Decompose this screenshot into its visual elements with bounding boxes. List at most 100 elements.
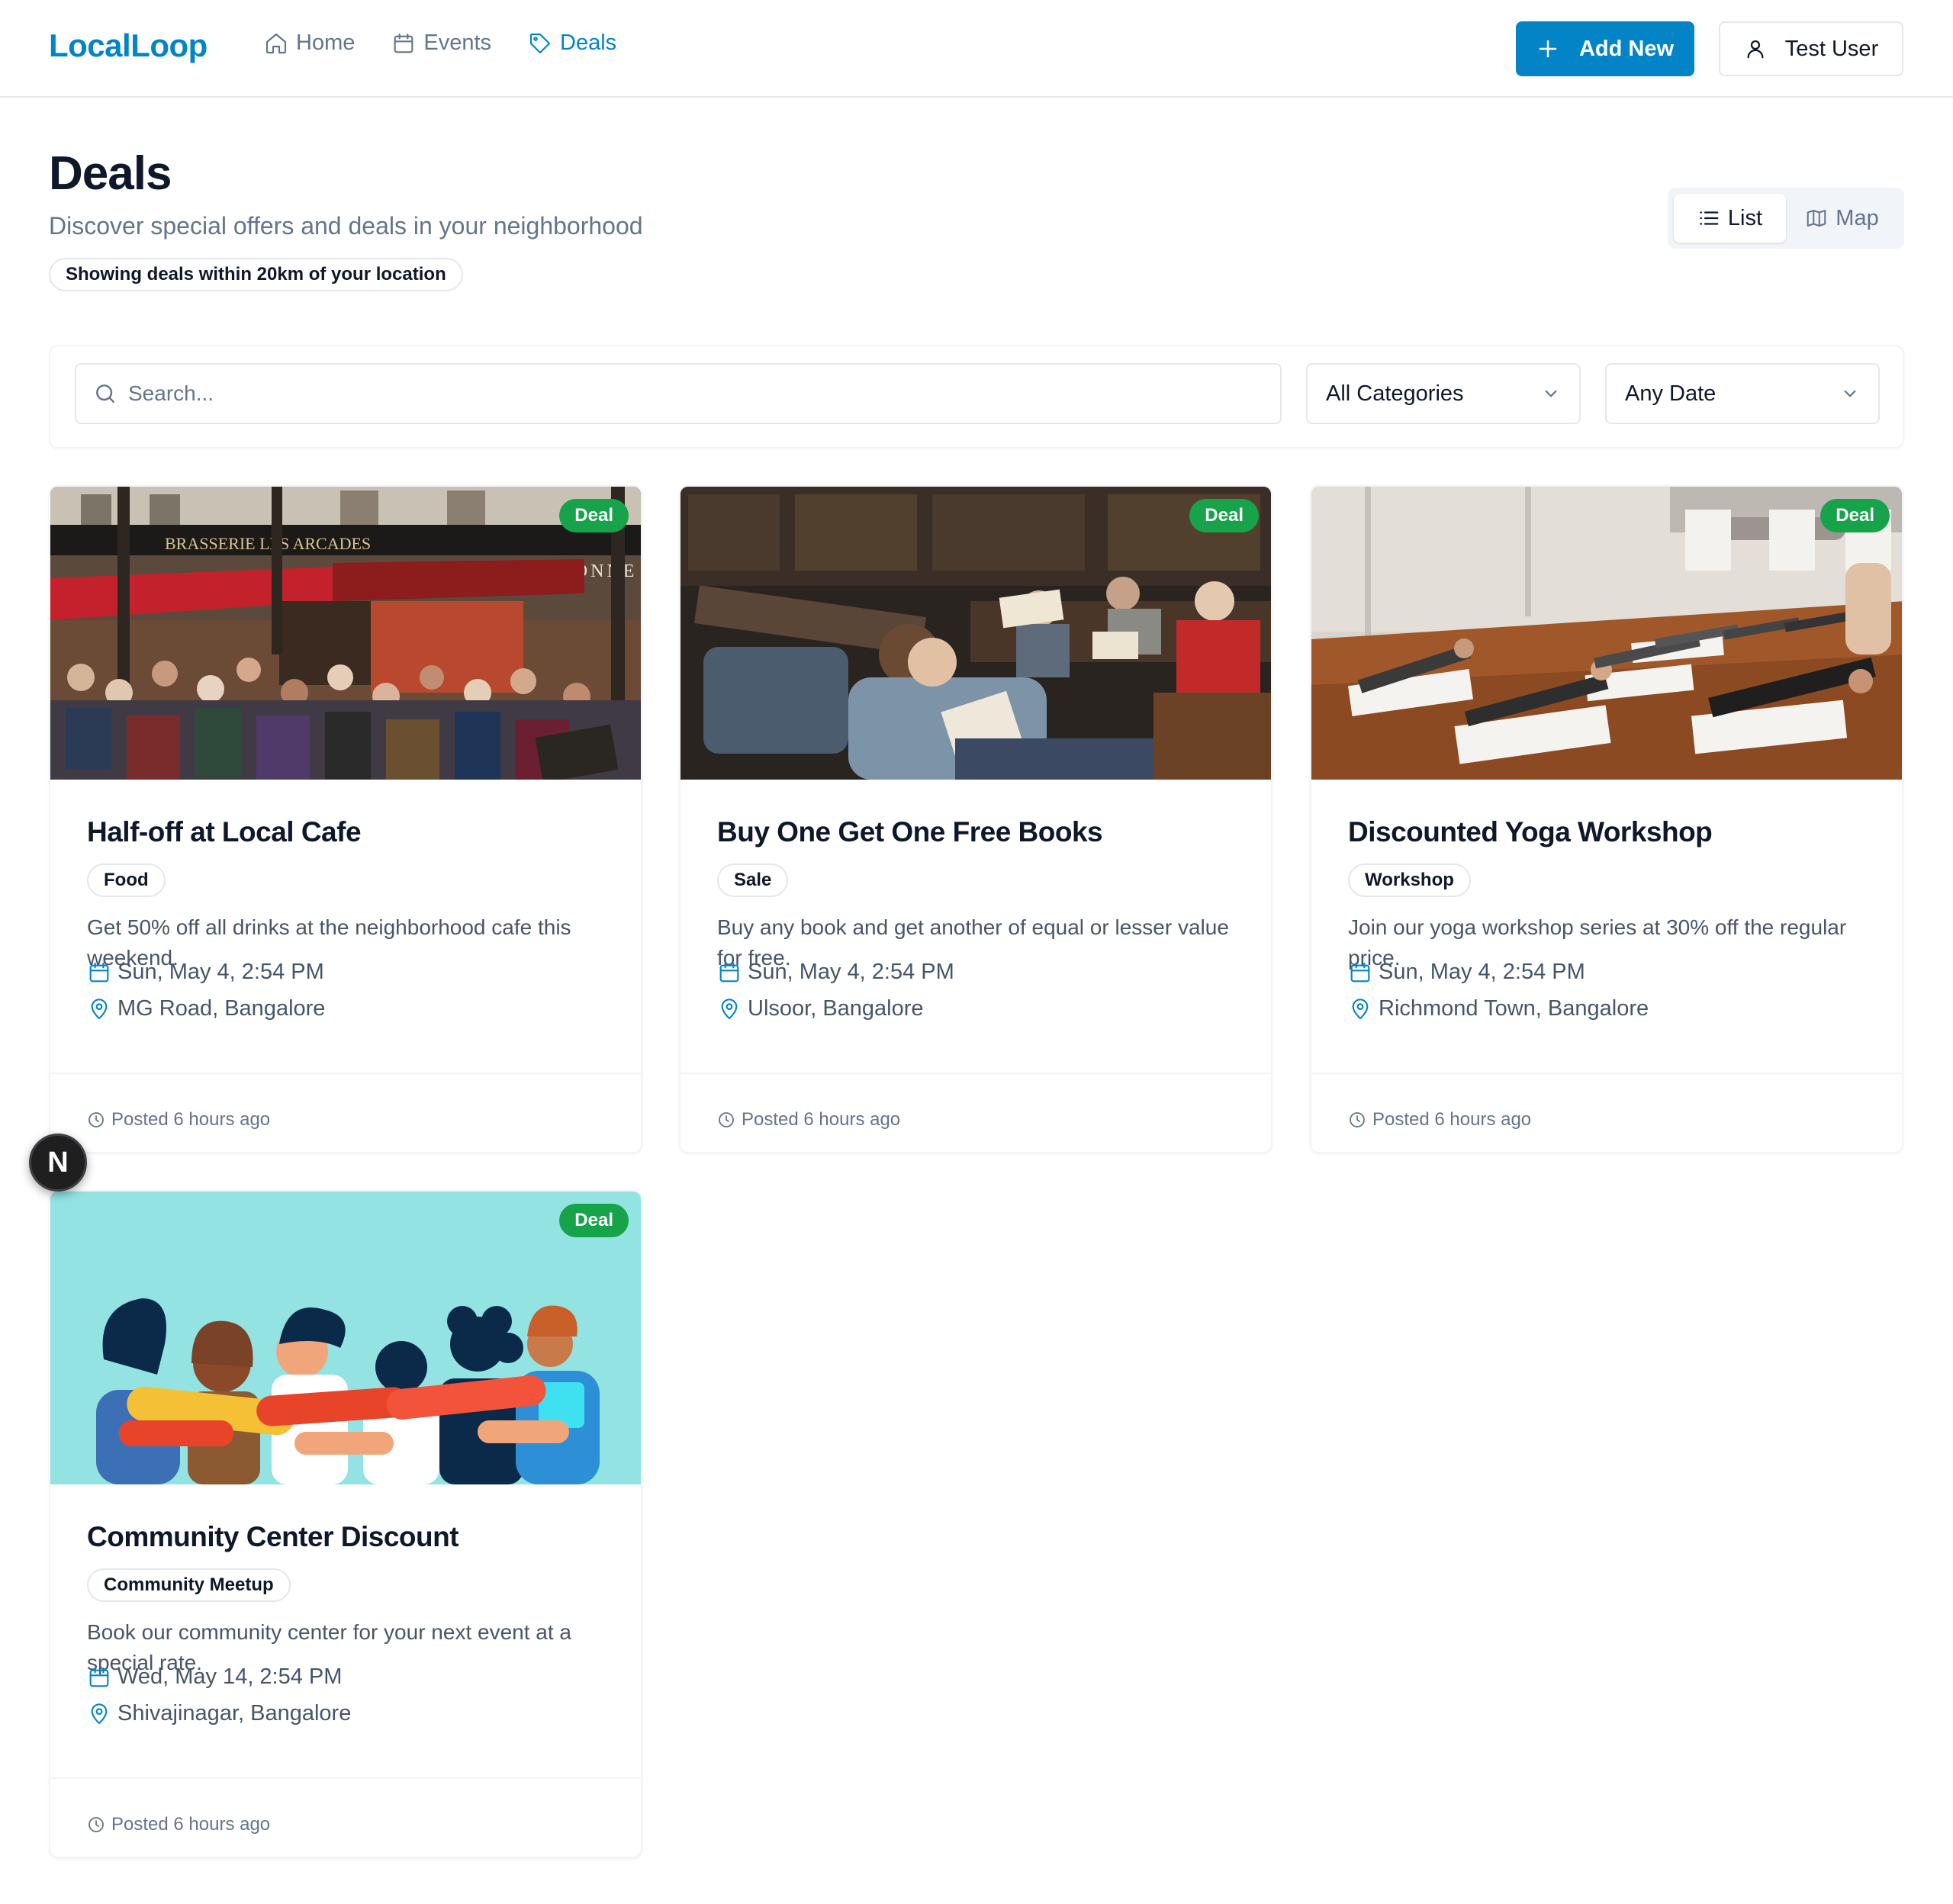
yoga-photo bbox=[1311, 487, 1902, 780]
posted-time: Posted 6 hours ago bbox=[1348, 1109, 1531, 1130]
deal-title[interactable]: Half-off at Local Cafe bbox=[87, 816, 362, 848]
main-nav: Home Events Deals bbox=[264, 31, 616, 56]
user-icon bbox=[1747, 40, 1764, 59]
deal-location: Ulsoor, Bangalore bbox=[717, 996, 924, 1021]
deal-date: Wed, May 14, 2:54 PM bbox=[87, 1664, 342, 1690]
list-icon bbox=[1700, 211, 1719, 225]
category-tag: Food bbox=[87, 864, 166, 897]
posted-time: Posted 6 hours ago bbox=[87, 1814, 270, 1835]
add-new-button[interactable]: Add New bbox=[1516, 21, 1694, 76]
map-view-button[interactable]: Map bbox=[1786, 194, 1898, 243]
card-divider bbox=[680, 1073, 1271, 1074]
deal-location: MG Road, Bangalore bbox=[87, 996, 325, 1021]
chevron-down-icon bbox=[1545, 390, 1557, 397]
nav-events-label: Events bbox=[423, 31, 492, 55]
search-icon bbox=[96, 384, 114, 403]
deal-card[interactable]: Deal Buy One Get One Free Books Sale Buy… bbox=[679, 485, 1273, 1153]
user-menu-button[interactable]: Test User bbox=[1719, 21, 1903, 76]
posted-time: Posted 6 hours ago bbox=[717, 1109, 900, 1130]
calendar-icon bbox=[1350, 962, 1370, 982]
deal-title[interactable]: Discounted Yoga Workshop bbox=[1348, 816, 1713, 848]
deal-date: Sun, May 4, 2:54 PM bbox=[87, 960, 324, 985]
cafe-photo: BRASSERIE LES ARCADES TABAC DE LA SORBON… bbox=[50, 487, 641, 780]
card-divider bbox=[50, 1777, 641, 1779]
map-pin-icon bbox=[91, 1703, 108, 1724]
deal-badge: Deal bbox=[559, 1204, 629, 1237]
deal-location: Shivajinagar, Bangalore bbox=[87, 1701, 351, 1726]
search-input[interactable] bbox=[128, 381, 1257, 406]
home-icon bbox=[265, 33, 287, 53]
filter-bar: All Categories Any Date bbox=[49, 345, 1904, 449]
deal-badge: Deal bbox=[1189, 499, 1259, 532]
map-pin-icon bbox=[1352, 998, 1369, 1019]
svg-text:BRASSERIE LES ARCADES: BRASSERIE LES ARCADES bbox=[165, 534, 371, 553]
calendar-icon bbox=[89, 1667, 109, 1687]
location-range-badge: Showing deals within 20km of your locati… bbox=[49, 258, 463, 291]
category-select-value: All Categories bbox=[1326, 381, 1464, 406]
date-select-value: Any Date bbox=[1625, 381, 1717, 406]
map-icon bbox=[1807, 210, 1826, 227]
deal-date-text: Sun, May 4, 2:54 PM bbox=[117, 960, 324, 984]
posted-time-text: Posted 6 hours ago bbox=[111, 1109, 271, 1130]
map-view-label: Map bbox=[1836, 205, 1879, 230]
app-logo[interactable]: LocalLoop bbox=[49, 27, 208, 64]
clock-icon bbox=[1350, 1112, 1365, 1127]
calendar-icon bbox=[719, 962, 739, 982]
map-pin-icon bbox=[91, 998, 108, 1019]
deal-location-text: MG Road, Bangalore bbox=[117, 996, 326, 1021]
library-photo bbox=[680, 487, 1271, 780]
deal-card[interactable]: Deal Discounted Yoga Workshop Workshop J… bbox=[1310, 485, 1903, 1153]
posted-time-text: Posted 6 hours ago bbox=[111, 1814, 271, 1835]
deal-card[interactable]: Deal Community Center Discount Community… bbox=[49, 1190, 642, 1858]
deal-location-text: Richmond Town, Bangalore bbox=[1379, 996, 1649, 1021]
deal-location-text: Ulsoor, Bangalore bbox=[748, 996, 924, 1021]
posted-time-text: Posted 6 hours ago bbox=[742, 1109, 901, 1130]
deal-date-text: Sun, May 4, 2:54 PM bbox=[748, 960, 954, 984]
nav-home-label: Home bbox=[296, 31, 356, 55]
nav-deals-label: Deals bbox=[560, 31, 617, 55]
deal-location: Richmond Town, Bangalore bbox=[1348, 996, 1649, 1021]
category-tag: Sale bbox=[717, 864, 789, 897]
clock-icon bbox=[88, 1112, 104, 1127]
map-pin-icon bbox=[721, 998, 738, 1019]
category-select[interactable]: All Categories bbox=[1306, 363, 1581, 424]
user-name: Test User bbox=[1784, 36, 1879, 61]
page-title: Deals bbox=[49, 147, 172, 200]
clock-icon bbox=[88, 1817, 104, 1832]
tag-icon bbox=[529, 33, 551, 53]
list-view-label: List bbox=[1727, 205, 1763, 230]
deal-date: Sun, May 4, 2:54 PM bbox=[717, 960, 954, 985]
view-toggle: List Map bbox=[1668, 188, 1904, 249]
date-select[interactable]: Any Date bbox=[1605, 363, 1880, 424]
top-header: LocalLoop Home Events Deals Add New Test… bbox=[0, 0, 1953, 98]
nav-events[interactable]: Events bbox=[391, 31, 491, 56]
page-subtitle: Discover special offers and deals in you… bbox=[49, 212, 643, 240]
chevron-down-icon bbox=[1844, 390, 1856, 397]
deal-badge: Deal bbox=[559, 499, 629, 532]
add-new-label: Add New bbox=[1578, 36, 1675, 61]
deal-date-text: Wed, May 14, 2:54 PM bbox=[117, 1664, 343, 1689]
search-box[interactable] bbox=[75, 363, 1282, 424]
deal-date-text: Sun, May 4, 2:54 PM bbox=[1379, 960, 1585, 984]
deal-title[interactable]: Community Center Discount bbox=[87, 1521, 459, 1553]
deal-date: Sun, May 4, 2:54 PM bbox=[1348, 960, 1585, 985]
card-divider bbox=[1311, 1073, 1902, 1074]
posted-time-text: Posted 6 hours ago bbox=[1372, 1109, 1532, 1130]
deal-title[interactable]: Buy One Get One Free Books bbox=[717, 816, 1103, 848]
posted-time: Posted 6 hours ago bbox=[87, 1109, 270, 1130]
category-tag: Community Meetup bbox=[87, 1568, 291, 1602]
nav-home[interactable]: Home bbox=[264, 31, 355, 56]
card-divider bbox=[50, 1073, 641, 1074]
deal-card[interactable]: BRASSERIE LES ARCADES TABAC DE LA SORBON… bbox=[49, 485, 642, 1153]
nav-deals[interactable]: Deals bbox=[528, 31, 616, 56]
plus-icon bbox=[1539, 40, 1557, 58]
deal-badge: Deal bbox=[1820, 499, 1890, 532]
list-view-button[interactable]: List bbox=[1674, 194, 1786, 243]
calendar-icon bbox=[89, 962, 109, 982]
category-tag: Workshop bbox=[1348, 864, 1471, 897]
community-illustration bbox=[50, 1192, 641, 1484]
calendar-icon bbox=[394, 33, 413, 53]
clock-icon bbox=[719, 1112, 734, 1127]
dev-tools-badge[interactable]: N bbox=[29, 1134, 87, 1192]
deal-location-text: Shivajinagar, Bangalore bbox=[117, 1701, 352, 1726]
